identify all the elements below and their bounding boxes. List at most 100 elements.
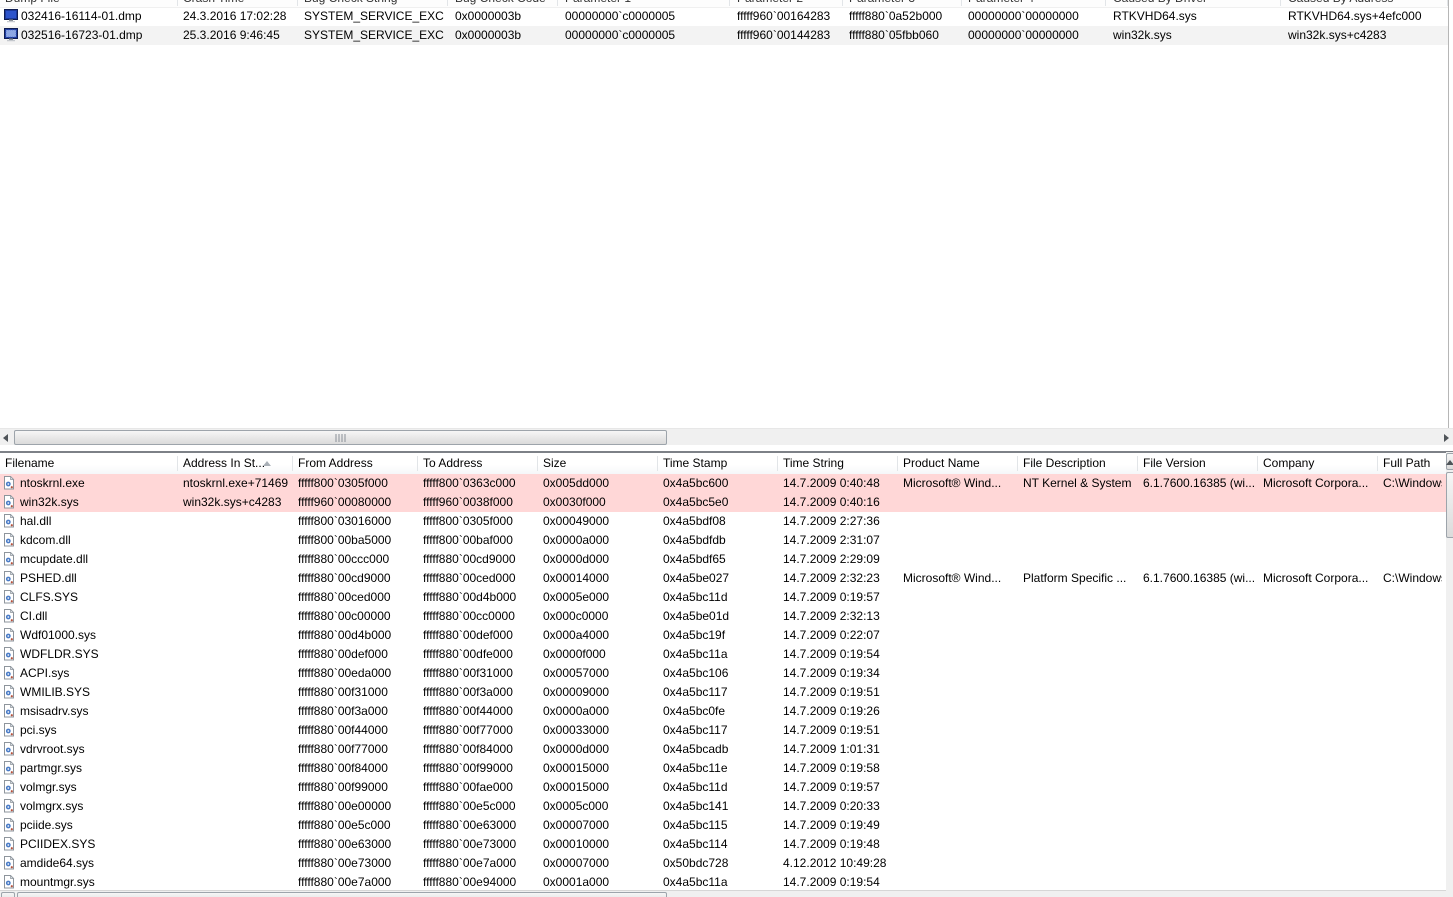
dump-row[interactable]: 032416-16114-01.dmp 24.3.2016 17:02:28 SYS… (0, 7, 1448, 26)
driver-cell-time-string: 14.7.2009 0:20:33 (783, 799, 880, 813)
driver-cell-address-in-stack (183, 569, 289, 588)
driver-horizontal-scrollbar[interactable] (0, 890, 1446, 897)
column-separator (1017, 456, 1018, 471)
driver-cell-to-address: fffff880`00f31000 (423, 666, 513, 680)
scrollbar-grip-icon (335, 433, 346, 442)
crash-column-header[interactable]: Parameter 1 (565, 0, 631, 6)
crash-column-header[interactable]: Bug Check Code (455, 0, 546, 6)
driver-column-header[interactable]: Size (543, 453, 650, 474)
driver-cell-address-in-stack (183, 645, 289, 664)
driver-cell-time-string: 14.7.2009 0:19:48 (783, 837, 880, 851)
crash-column-header[interactable]: Parameter 3 (849, 0, 915, 6)
driver-row[interactable]: ACPI.sys fffff880`00eda000 fffff880`00f310… (0, 664, 1446, 683)
driver-cell-address-in-stack (183, 588, 289, 607)
crash-column-header[interactable]: Bug Check String (304, 0, 397, 6)
driver-cell-time-stamp: 0x4a5bc141 (663, 799, 729, 813)
driver-cell-filename: msisadrv.sys (20, 704, 89, 718)
driver-cell-time-string: 14.7.2009 0:40:48 (783, 476, 880, 490)
driver-cell-to-address: fffff880`00e5c000 (423, 799, 516, 813)
driver-column-header[interactable]: Product Name (903, 453, 1010, 474)
column-separator (1105, 0, 1106, 6)
driver-row[interactable]: WMILIB.SYS fffff880`00f31000 fffff880`00f3… (0, 683, 1446, 702)
driver-row[interactable]: pci.sys fffff880`00f44000 fffff880`00f7700… (0, 721, 1446, 740)
crash-column-header[interactable]: Parameter 2 (737, 0, 803, 6)
driver-column-header[interactable]: Company (1263, 453, 1370, 474)
scroll-left-arrow-icon[interactable] (3, 434, 8, 442)
vertical-scroll-up-button[interactable] (1446, 453, 1453, 470)
driver-vertical-scrollbar-thumb[interactable] (1446, 472, 1453, 538)
driver-row[interactable]: Wdf01000.sys fffff880`00d4b000 fffff880`00… (0, 626, 1446, 645)
driver-cell-product-name (903, 683, 1014, 702)
driver-file-icon (3, 722, 17, 737)
dump-cell-param2: fffff960`00164283 (737, 9, 831, 23)
driver-cell-filename: ACPI.sys (20, 666, 70, 680)
driver-row[interactable]: volmgrx.sys fffff880`00e00000 fffff880`00e… (0, 797, 1446, 816)
driver-cell-full-path (1383, 702, 1442, 721)
driver-cell-product-name (903, 645, 1014, 664)
driver-column-header[interactable]: From Address (298, 453, 410, 474)
driver-row[interactable]: ntoskrnl.exe ntoskrnl.exe+71469 fffff800`0… (0, 474, 1446, 493)
driver-cell-full-path (1383, 645, 1442, 664)
driver-cell-file-description (1023, 854, 1134, 873)
driver-cell-file-description (1023, 740, 1134, 759)
crash-column-header[interactable]: Crash Time (183, 0, 244, 6)
driver-row[interactable]: partmgr.sys fffff880`00f84000 fffff880`00f… (0, 759, 1446, 778)
driver-list-header[interactable]: Filename Address In St... From Address To A… (0, 453, 1446, 475)
driver-cell-product-name (903, 854, 1014, 873)
driver-cell-full-path (1383, 607, 1442, 626)
driver-vertical-scrollbar[interactable] (1446, 452, 1453, 897)
driver-column-header[interactable]: File Description (1023, 453, 1130, 474)
driver-row[interactable]: msisadrv.sys fffff880`00f3a000 fffff880`00… (0, 702, 1446, 721)
driver-cell-size: 0x000a4000 (543, 628, 610, 642)
driver-column-header[interactable]: Full Path (1383, 453, 1438, 474)
driver-row[interactable]: mcupdate.dll fffff880`00ccc000 fffff880`00… (0, 550, 1446, 569)
driver-row[interactable]: pciide.sys fffff880`00e5c000 fffff880`00e6… (0, 816, 1446, 835)
driver-row[interactable]: WDFLDR.SYS fffff880`00def000 fffff880`00df… (0, 645, 1446, 664)
driver-cell-company (1263, 493, 1374, 512)
driver-row[interactable]: volmgr.sys fffff880`00f99000 fffff880`00fa… (0, 778, 1446, 797)
driver-cell-time-stamp: 0x4a5bdf65 (663, 552, 726, 566)
upper-scrollbar-thumb[interactable] (14, 430, 667, 445)
driver-file-icon (3, 684, 17, 699)
driver-column-header[interactable]: To Address (423, 453, 530, 474)
driver-cell-company (1263, 854, 1374, 873)
hscroll-left-button[interactable] (1, 892, 15, 897)
driver-row[interactable]: PCIIDEX.SYS fffff880`00e63000 fffff880`00e… (0, 835, 1446, 854)
driver-column-header[interactable]: Time Stamp (663, 453, 770, 474)
driver-cell-company: Microsoft Corpora... (1263, 571, 1369, 585)
crash-column-header[interactable]: Dump File (5, 0, 60, 6)
dump-row[interactable]: 032516-16723-01.dmp 25.3.2016 9:46:45 SYST… (0, 26, 1448, 45)
driver-cell-size: 0x0005c000 (543, 799, 609, 813)
driver-cell-size: 0x00007000 (543, 856, 610, 870)
driver-row[interactable]: kdcom.dll fffff800`00ba5000 fffff800`00baf… (0, 531, 1446, 550)
driver-row[interactable]: hal.dll fffff800`03016000 fffff800`0305f00… (0, 512, 1446, 531)
crash-column-header[interactable]: Caused By Address (1288, 0, 1393, 6)
driver-row[interactable]: win32k.sys win32k.sys+c4283 fffff960`00080… (0, 493, 1446, 512)
driver-cell-from-address: fffff880`00d4b000 (298, 628, 392, 642)
scroll-right-arrow-icon[interactable] (1444, 434, 1449, 442)
crash-column-header[interactable]: Parameter 4 (968, 0, 1034, 6)
driver-row[interactable]: amdide64.sys fffff880`00e73000 fffff880`00… (0, 854, 1446, 873)
driver-row[interactable]: PSHED.dll fffff880`00cd9000 fffff880`00ced… (0, 569, 1446, 588)
driver-cell-file-description (1023, 531, 1134, 550)
dump-cell-caused-by-address: RTKVHD64.sys+4efc000 (1288, 9, 1422, 23)
driver-column-header[interactable]: Time String (783, 453, 890, 474)
crash-column-header[interactable]: Caused By Driver (1113, 0, 1207, 6)
driver-cell-address-in-stack (183, 740, 289, 759)
driver-cell-product-name (903, 759, 1014, 778)
dump-cell-dump-file: 032516-16723-01.dmp (21, 28, 143, 42)
driver-cell-product-name (903, 835, 1014, 854)
driver-file-icon (3, 836, 17, 851)
driver-horizontal-scrollbar-thumb[interactable] (17, 892, 667, 897)
driver-cell-file-version (1143, 493, 1254, 512)
driver-column-header[interactable]: Filename (5, 453, 170, 474)
driver-column-header[interactable]: File Version (1143, 453, 1250, 474)
driver-cell-file-description: Platform Specific ... (1023, 571, 1127, 585)
driver-row[interactable]: vdrvroot.sys fffff880`00f77000 fffff880`00… (0, 740, 1446, 759)
upper-horizontal-scrollbar[interactable] (0, 428, 1453, 445)
driver-row[interactable]: CI.dll fffff880`00c00000 fffff880`00cc0000… (0, 607, 1446, 626)
driver-cell-address-in-stack (183, 759, 289, 778)
driver-file-icon (3, 494, 17, 509)
driver-cell-company (1263, 607, 1374, 626)
driver-row[interactable]: CLFS.SYS fffff880`00ced000 fffff880`00d4b0… (0, 588, 1446, 607)
